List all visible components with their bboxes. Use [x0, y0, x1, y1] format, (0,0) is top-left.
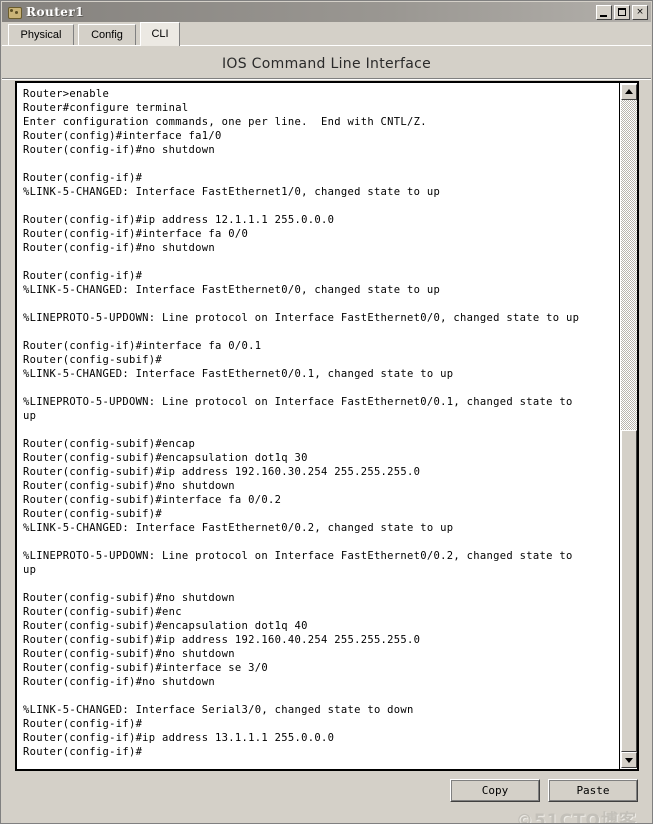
minimize-button[interactable]: [596, 4, 612, 20]
window-title: Router1: [26, 5, 85, 19]
tab-physical[interactable]: Physical: [8, 24, 74, 45]
tab-strip: Physical Config CLI: [2, 22, 651, 46]
cli-panel: IOS Command Line Interface Router>enable…: [2, 46, 651, 823]
terminal-scrollbar[interactable]: [619, 83, 637, 769]
scroll-up-button[interactable]: [621, 84, 637, 100]
panel-title: IOS Command Line Interface: [222, 56, 431, 72]
tab-config[interactable]: Config: [78, 24, 136, 45]
router-icon: [6, 4, 22, 20]
maximize-button[interactable]: [614, 4, 630, 20]
scroll-down-button[interactable]: [621, 752, 637, 768]
close-button[interactable]: ×: [632, 4, 648, 20]
paste-button-label: Paste: [549, 780, 637, 801]
terminal-output[interactable]: Router>enable Router#configure terminal …: [17, 83, 619, 769]
scrollbar-thumb[interactable]: [621, 430, 637, 752]
tab-cli[interactable]: CLI: [140, 22, 180, 46]
scroll-up-icon: [625, 89, 633, 94]
window-controls: ×: [596, 4, 648, 20]
panel-separator: [2, 78, 651, 80]
router-cli-window: Router1 × Physical Config CLI IOS Comman…: [0, 0, 653, 824]
scroll-down-icon: [625, 758, 633, 763]
action-button-row: Copy Paste: [450, 779, 638, 802]
paste-button[interactable]: Paste: [548, 779, 638, 802]
close-icon: ×: [636, 6, 644, 17]
terminal-frame: Router>enable Router#configure terminal …: [15, 81, 639, 771]
watermark: ©51CTO博客: [515, 811, 637, 824]
window-titlebar: Router1 ×: [2, 2, 651, 22]
copy-button-label: Copy: [451, 780, 539, 801]
copy-button[interactable]: Copy: [450, 779, 540, 802]
